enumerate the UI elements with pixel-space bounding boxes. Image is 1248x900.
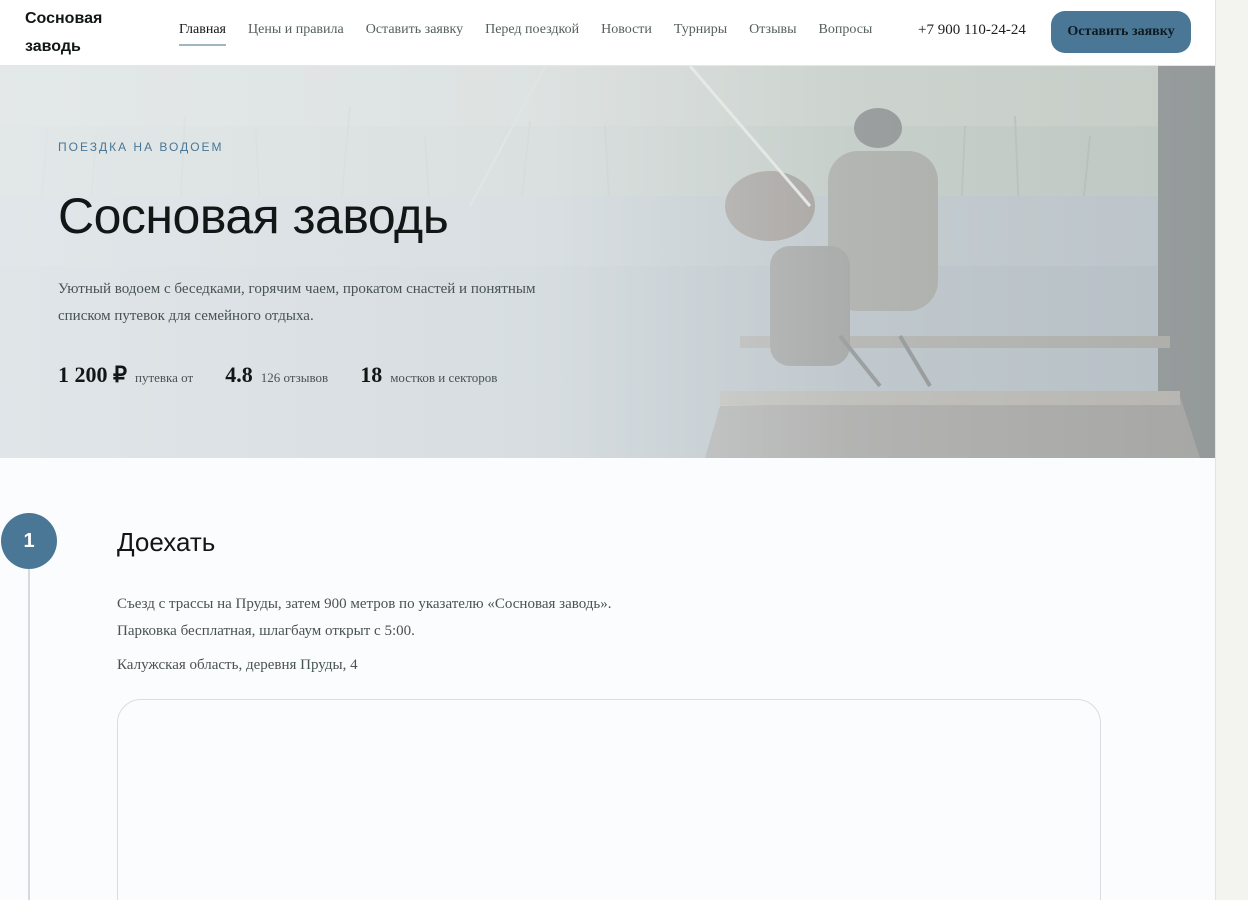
hero-description-line-2: списком путевок для семейного отдыха. bbox=[58, 308, 314, 324]
nav-item-apply[interactable]: Оставить заявку bbox=[366, 22, 463, 46]
step-address: Калужская область, деревня Пруды, 4 bbox=[117, 657, 358, 673]
nav-item-reviews[interactable]: Отзывы bbox=[749, 22, 796, 46]
stat-price-label: путевка от bbox=[135, 370, 194, 385]
stat-piers-label: мостков и секторов bbox=[390, 370, 498, 385]
site-header: Сосновая заводь Главная Цены и правила О… bbox=[0, 0, 1215, 66]
nav-item-prices[interactable]: Цены и правила bbox=[248, 22, 344, 46]
step-number-badge: 1 bbox=[1, 513, 57, 569]
phone-link[interactable]: +7 900 110-24-24 bbox=[918, 22, 1026, 39]
nav-item-home[interactable]: Главная bbox=[179, 22, 226, 46]
main-nav: Главная Цены и правила Оставить заявку П… bbox=[179, 22, 894, 46]
stat-piers: 18 мостков и секторов bbox=[360, 362, 497, 388]
hero-section: Поездка на водоем Сосновая заводь Уютный… bbox=[0, 66, 1215, 458]
logo-line-1: Сосновая bbox=[25, 10, 103, 27]
hero-title: Сосновая заводь bbox=[58, 188, 449, 244]
site-logo[interactable]: Сосновая заводь bbox=[25, 5, 135, 61]
hero-stats: 1 200 ₽ путевка от 4.8 126 отзывов 18 мо… bbox=[58, 362, 529, 388]
logo-line-2: заводь bbox=[25, 38, 81, 55]
timeline-line bbox=[28, 540, 30, 900]
stat-rating: 4.8 126 отзывов bbox=[225, 362, 328, 388]
nav-item-tournaments[interactable]: Турниры bbox=[674, 22, 727, 46]
stat-piers-value: 18 bbox=[360, 362, 383, 387]
hero-description-line-1: Уютный водоем с беседками, горячим чаем,… bbox=[58, 281, 536, 297]
stat-price-value: 1 200 ₽ bbox=[58, 362, 127, 387]
nav-item-news[interactable]: Новости bbox=[601, 22, 652, 46]
step-directions: Съезд с трассы на Пруды, затем 900 метро… bbox=[117, 591, 612, 645]
stat-rating-value: 4.8 bbox=[225, 362, 253, 387]
page: Сосновая заводь Главная Цены и правила О… bbox=[0, 0, 1216, 900]
step-directions-line-2: Парковка бесплатная, шлагбаум открыт с 5… bbox=[117, 623, 415, 639]
hero-description: Уютный водоем с беседками, горячим чаем,… bbox=[58, 276, 598, 330]
step-directions-line-1: Съезд с трассы на Пруды, затем 900 метро… bbox=[117, 596, 612, 612]
nav-item-before-trip[interactable]: Перед поездкой bbox=[485, 22, 579, 46]
step-title: Доехать bbox=[117, 527, 216, 557]
hero-overlay bbox=[0, 66, 1215, 458]
page-gutter bbox=[1216, 0, 1248, 900]
stat-price: 1 200 ₽ путевка от bbox=[58, 362, 193, 388]
nav-item-faq[interactable]: Вопросы bbox=[819, 22, 873, 46]
apply-button[interactable]: Оставить заявку bbox=[1051, 11, 1191, 53]
map-frame[interactable] bbox=[117, 699, 1101, 900]
hero-eyebrow: Поездка на водоем bbox=[58, 140, 224, 154]
stat-rating-label: 126 отзывов bbox=[260, 370, 329, 385]
